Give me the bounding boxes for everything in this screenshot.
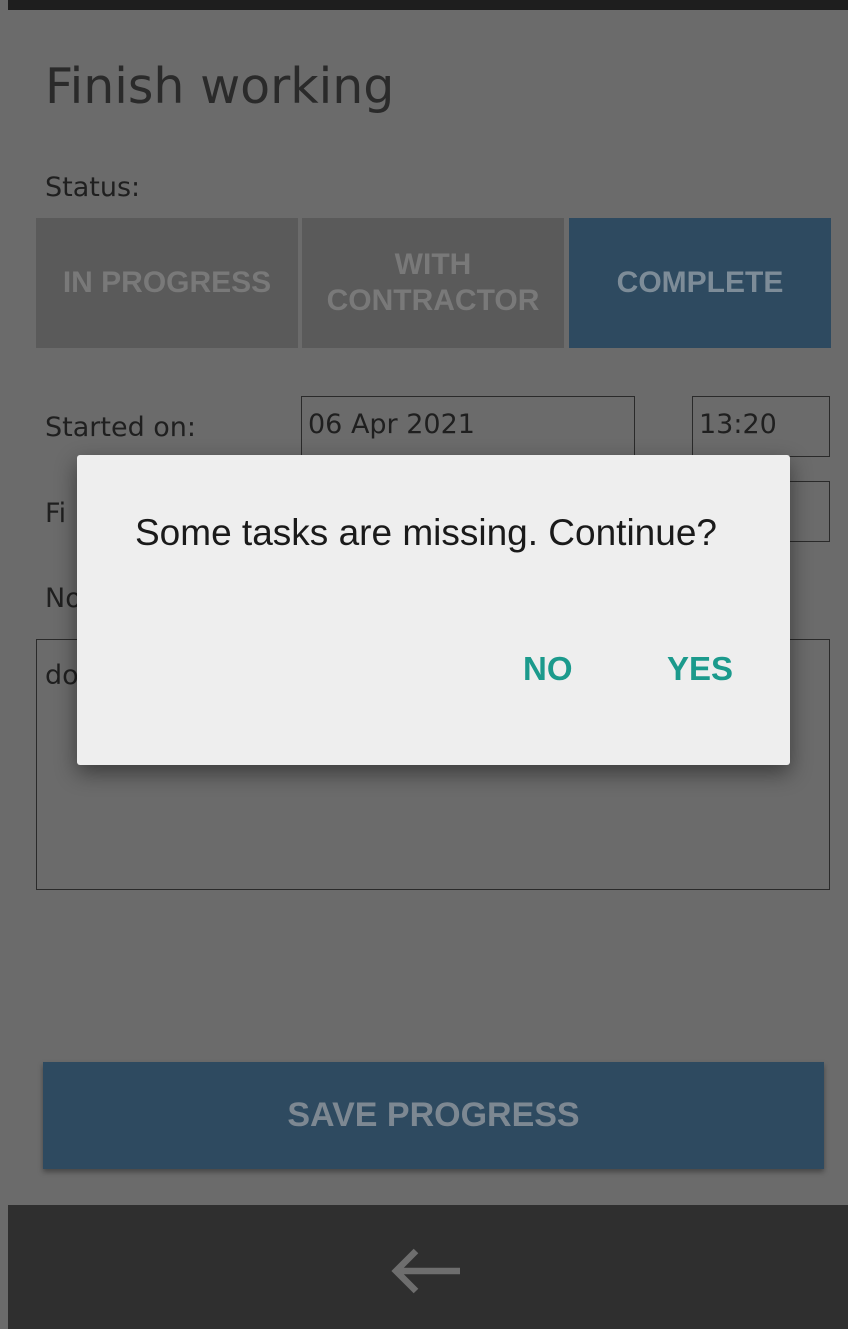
confirm-dialog: Some tasks are missing. Continue? NO YES [77,455,790,765]
started-on-label: Started on: [45,412,197,443]
status-option-label: IN PROGRESS [62,266,272,299]
status-option-in-progress[interactable]: IN PROGRESS [36,218,298,348]
status-label: Status: [45,172,141,203]
status-option-label: WITH CONTRACTOR [326,248,540,317]
finished-on-label: Fi [45,498,67,529]
yes-button[interactable]: YES [667,650,733,688]
started-date-field[interactable]: 06 Apr 2021 [301,396,635,457]
save-progress-label: SAVE PROGRESS [287,1096,580,1134]
status-option-label: COMPLETE [616,266,784,299]
page-title: Finish working [45,58,395,115]
status-bar [8,0,848,10]
status-option-complete[interactable]: COMPLETE [569,218,831,348]
status-option-with-contractor[interactable]: WITH CONTRACTOR [302,218,564,348]
started-time-field[interactable]: 13:20 [692,396,830,457]
no-button[interactable]: NO [523,650,573,688]
dialog-message: Some tasks are missing. Continue? [135,512,717,553]
arrow-left-icon[interactable] [386,1246,462,1296]
save-progress-button[interactable]: SAVE PROGRESS [43,1062,824,1169]
